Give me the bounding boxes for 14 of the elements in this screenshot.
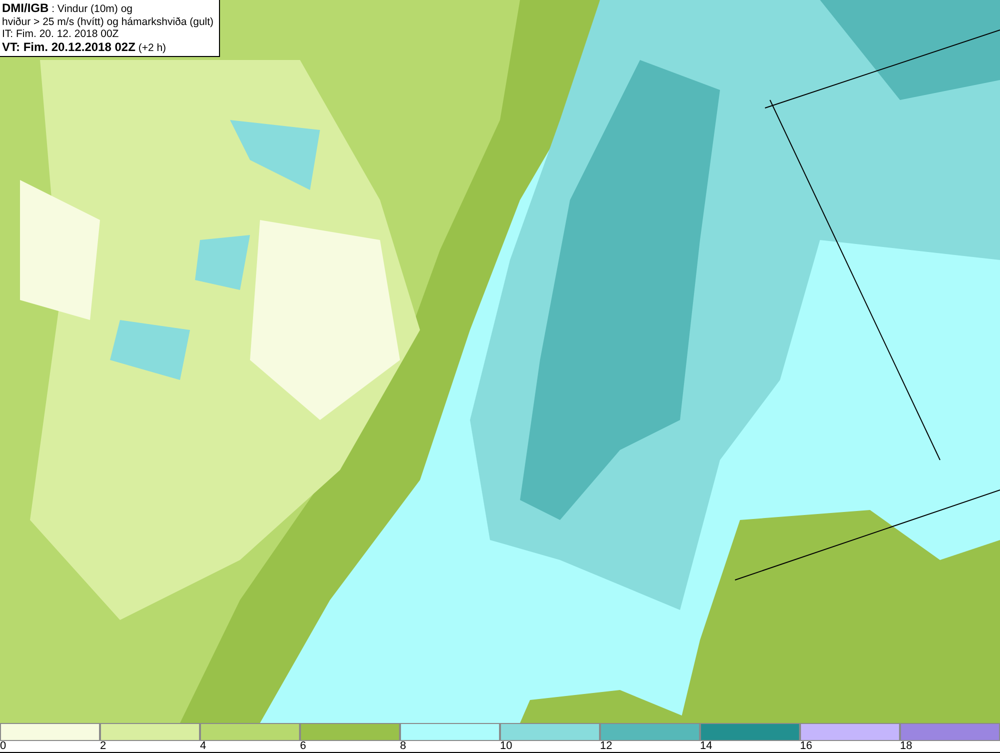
legend-label: 0 [0,741,6,752]
title-line: hviður > 25 m/s (hvítt) og hámarkshviða (gult) [2,16,214,28]
legend-label: 10 [500,741,512,752]
legend-label: 12 [600,741,612,752]
title-line: VT: Fim. 20.12.2018 02Z (+2 h) [2,40,168,54]
legend-label: 4 [200,741,206,752]
legend-label: 14 [700,741,712,752]
title-line: IT: Fim. 20. 12. 2018 00Z [2,28,120,40]
title-line: DMI/IGB : Vindur (10m) og [2,2,134,16]
legend-label: 16 [800,741,812,752]
legend-label: 18 [900,741,912,752]
legend-label: 2 [100,741,106,752]
legend-label: 8 [400,741,406,752]
legend-label: 6 [300,741,306,752]
